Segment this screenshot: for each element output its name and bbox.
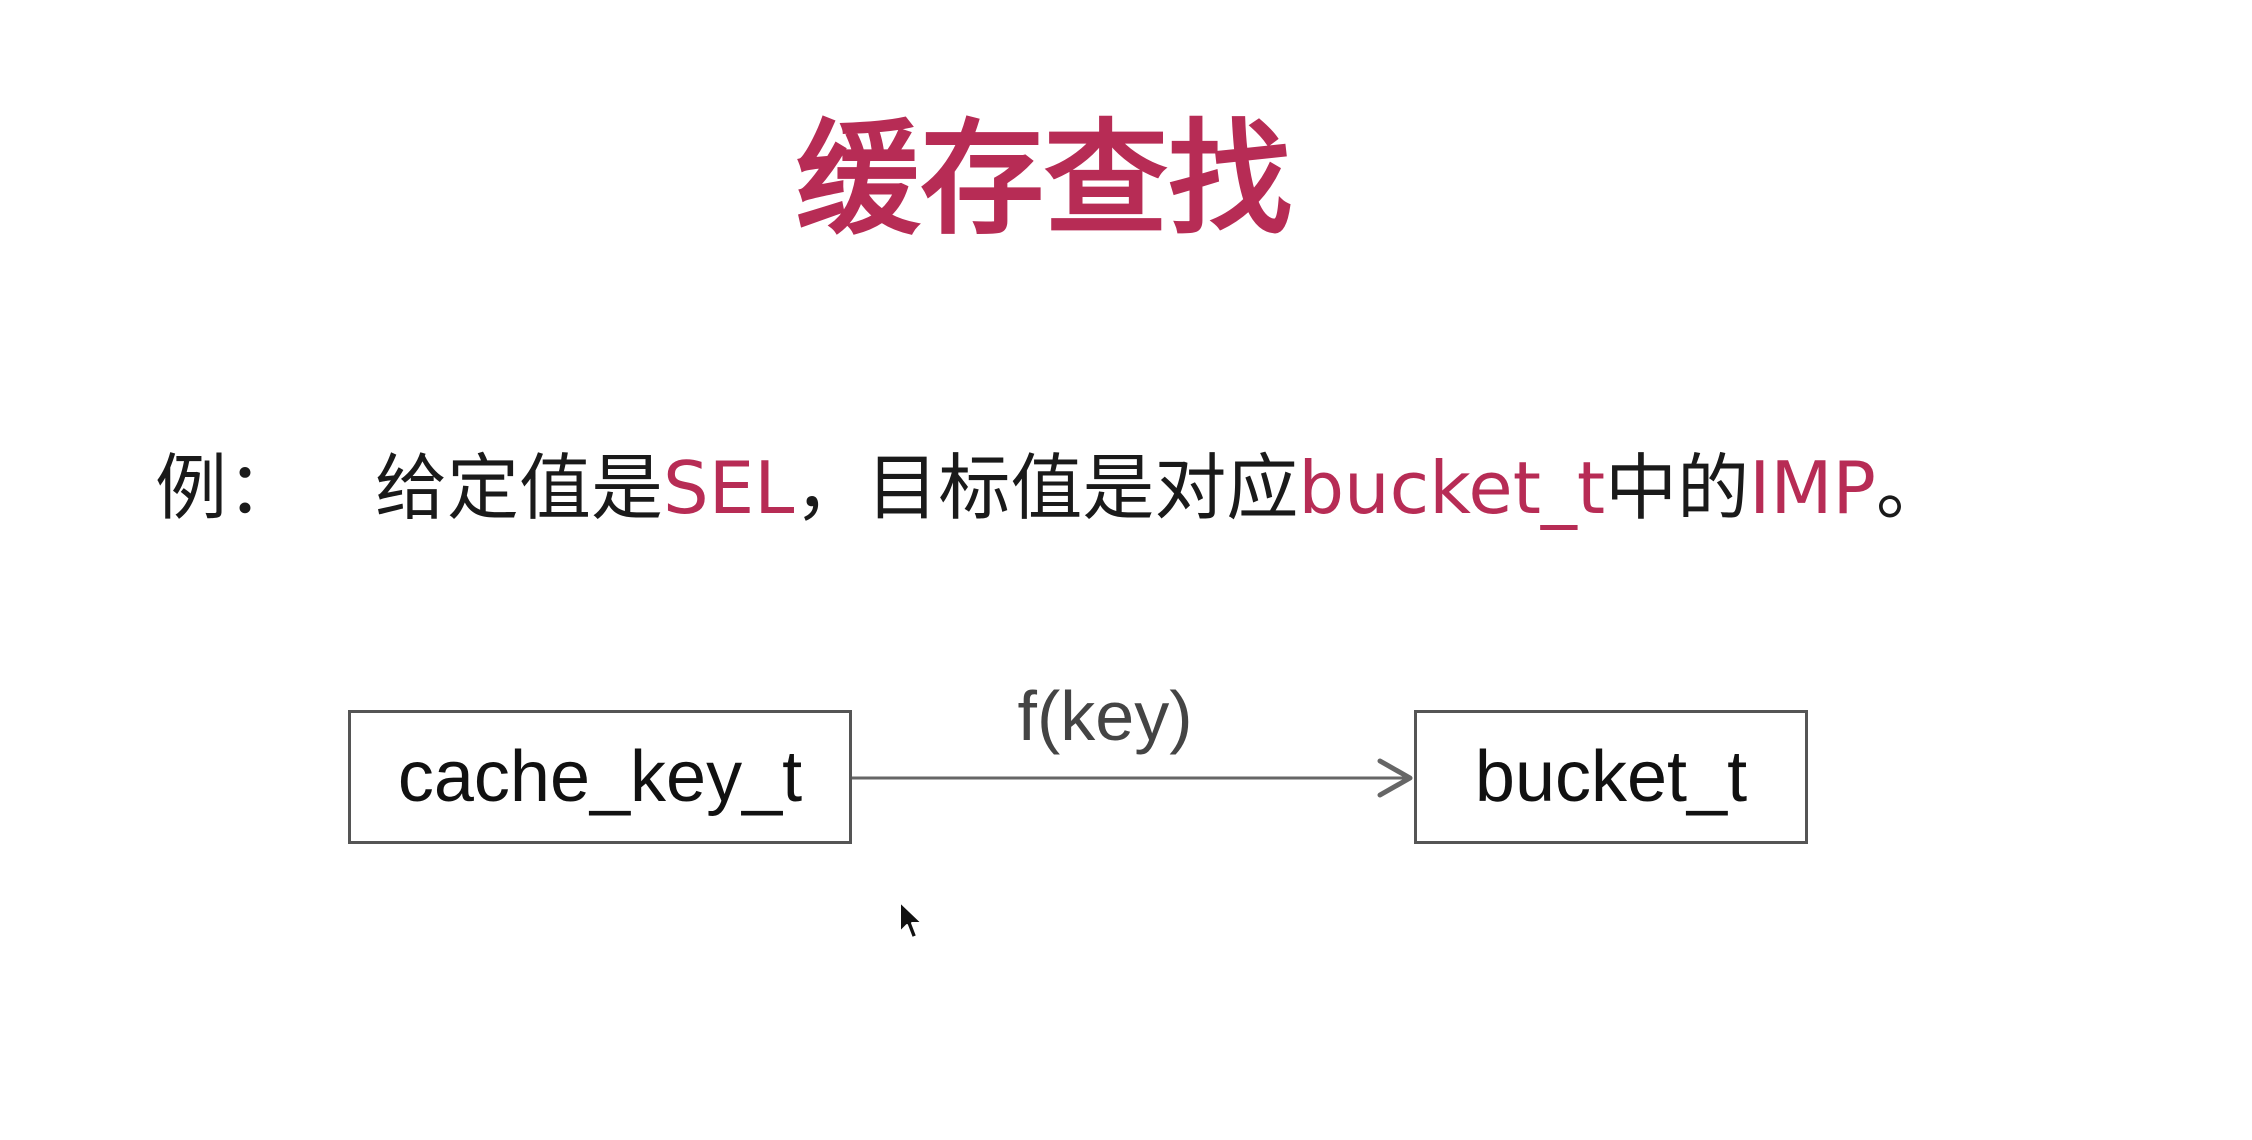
cache-key-box: cache_key_t	[348, 710, 852, 844]
bucket-label: bucket_t	[1474, 737, 1748, 817]
mapping-arrow	[852, 758, 1413, 798]
cache-key-label: cache_key_t	[397, 737, 803, 817]
mouse-pointer-icon	[899, 901, 923, 939]
hash-diagram: cache_key_t f(key) bucket_t	[0, 0, 2252, 1140]
bucket-box: bucket_t	[1414, 710, 1808, 844]
hash-function-label: f(key)	[1017, 677, 1193, 755]
